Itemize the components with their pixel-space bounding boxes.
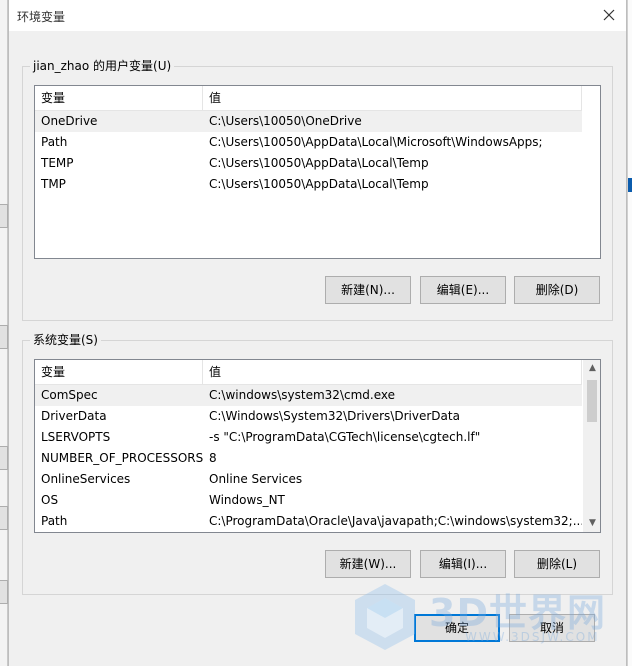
variable-name: Path — [41, 135, 68, 149]
variable-name: Path — [41, 514, 68, 528]
table-row[interactable]: NUMBER_OF_PROCESSORS 8 — [35, 448, 582, 469]
ok-button[interactable]: 确定 — [414, 614, 500, 642]
table-row[interactable]: DriverData C:\Windows\System32\Drivers\D… — [35, 406, 582, 427]
variable-value: Online Services — [209, 472, 303, 486]
background-button-stub — [0, 325, 8, 349]
column-header-value[interactable]: 值 — [203, 86, 582, 111]
system-variables-header: 变量 值 — [35, 360, 582, 385]
user-delete-button[interactable]: 删除(D) — [514, 276, 600, 304]
variable-name: TMP — [41, 177, 66, 191]
scroll-up-arrow-icon[interactable]: ▲ — [584, 360, 600, 377]
cancel-button[interactable]: 取消 — [509, 614, 595, 642]
table-row[interactable]: OnlineServices Online Services — [35, 469, 582, 490]
background-button-stub — [0, 204, 8, 228]
table-row[interactable]: ComSpec C:\windows\system32\cmd.exe — [35, 385, 582, 406]
variable-name: OneDrive — [41, 114, 98, 128]
column-header-variable[interactable]: 变量 — [35, 360, 203, 385]
scroll-down-arrow-icon[interactable]: ▼ — [584, 515, 600, 532]
user-edit-button[interactable]: 编辑(E)... — [420, 276, 506, 304]
user-variables-header: 变量 值 — [35, 86, 582, 111]
variable-value: -s "C:\ProgramData\CGTech\license\cgtech… — [209, 430, 481, 444]
variable-name: NUMBER_OF_PROCESSORS — [41, 451, 203, 465]
scrollbar-thumb[interactable] — [587, 380, 597, 422]
variable-name: ComSpec — [41, 388, 98, 402]
system-variables-list[interactable]: 变量 值 ComSpec C:\windows\system32\cmd.exe… — [34, 359, 601, 533]
table-row[interactable]: Path C:\ProgramData\Oracle\Java\javapath… — [35, 511, 582, 532]
variable-value: C:\Users\10050\AppData\Local\Temp — [209, 156, 429, 170]
background-button-stub — [0, 506, 8, 530]
table-row[interactable]: LSERVOPTS -s "C:\ProgramData\CGTech\lice… — [35, 427, 582, 448]
system-edit-button[interactable]: 编辑(I)... — [420, 550, 506, 578]
close-icon[interactable] — [600, 6, 618, 24]
table-row[interactable]: TEMP C:\Users\10050\AppData\Local\Temp — [35, 153, 582, 174]
variable-value: C:\Users\10050\AppData\Local\Temp — [209, 177, 429, 191]
title-bar: 环境变量 — [9, 0, 626, 31]
user-variables-list[interactable]: 变量 值 OneDrive C:\Users\10050\OneDrive Pa… — [34, 85, 601, 259]
variable-name: TEMP — [41, 156, 74, 170]
dialog-title: 环境变量 — [17, 10, 66, 24]
background-button-stub — [0, 580, 8, 604]
table-row[interactable]: TMP C:\Users\10050\AppData\Local\Temp — [35, 174, 582, 195]
variable-value: 8 — [209, 451, 217, 465]
table-row[interactable]: OneDrive C:\Users\10050\OneDrive — [35, 111, 582, 132]
variable-name: LSERVOPTS — [41, 430, 111, 444]
system-variables-legend: 系统变量(S) — [30, 333, 101, 347]
system-variables-group: 系统变量(S) 变量 值 ComSpec C:\windows\system32… — [22, 333, 613, 595]
variable-value: C:\Users\10050\OneDrive — [209, 114, 362, 128]
background-button-stub — [0, 446, 8, 470]
user-variables-legend: jian_zhao 的用户变量(U) — [30, 59, 175, 73]
variable-value: C:\Users\10050\AppData\Local\Microsoft\W… — [209, 135, 543, 149]
system-variables-scrollbar[interactable]: ▲ ▼ — [583, 360, 600, 532]
system-delete-button[interactable]: 删除(L) — [514, 550, 600, 578]
background-window-edge-right — [627, 0, 632, 666]
variable-value: C:\Windows\System32\Drivers\DriverData — [209, 409, 460, 423]
variable-value: C:\windows\system32\cmd.exe — [209, 388, 395, 402]
variable-name: OnlineServices — [41, 472, 131, 486]
table-row[interactable]: OS Windows_NT — [35, 490, 582, 511]
variable-value: C:\ProgramData\Oracle\Java\javapath;C:\w… — [209, 514, 582, 528]
table-row[interactable]: Path C:\Users\10050\AppData\Local\Micros… — [35, 132, 582, 153]
column-header-value[interactable]: 值 — [203, 360, 582, 385]
background-window-edge — [0, 0, 8, 666]
user-variables-group: jian_zhao 的用户变量(U) 变量 值 OneDrive C:\User… — [22, 59, 613, 321]
environment-variables-dialog: 环境变量 jian_zhao 的用户变量(U) 变量 值 OneDrive C:… — [8, 0, 627, 666]
variable-name: DriverData — [41, 409, 107, 423]
user-new-button[interactable]: 新建(N)... — [325, 276, 411, 304]
variable-value: Windows_NT — [209, 493, 285, 507]
column-header-variable[interactable]: 变量 — [35, 86, 203, 111]
variable-name: OS — [41, 493, 59, 507]
background-link-fragment — [628, 178, 632, 192]
system-new-button[interactable]: 新建(W)... — [325, 550, 411, 578]
